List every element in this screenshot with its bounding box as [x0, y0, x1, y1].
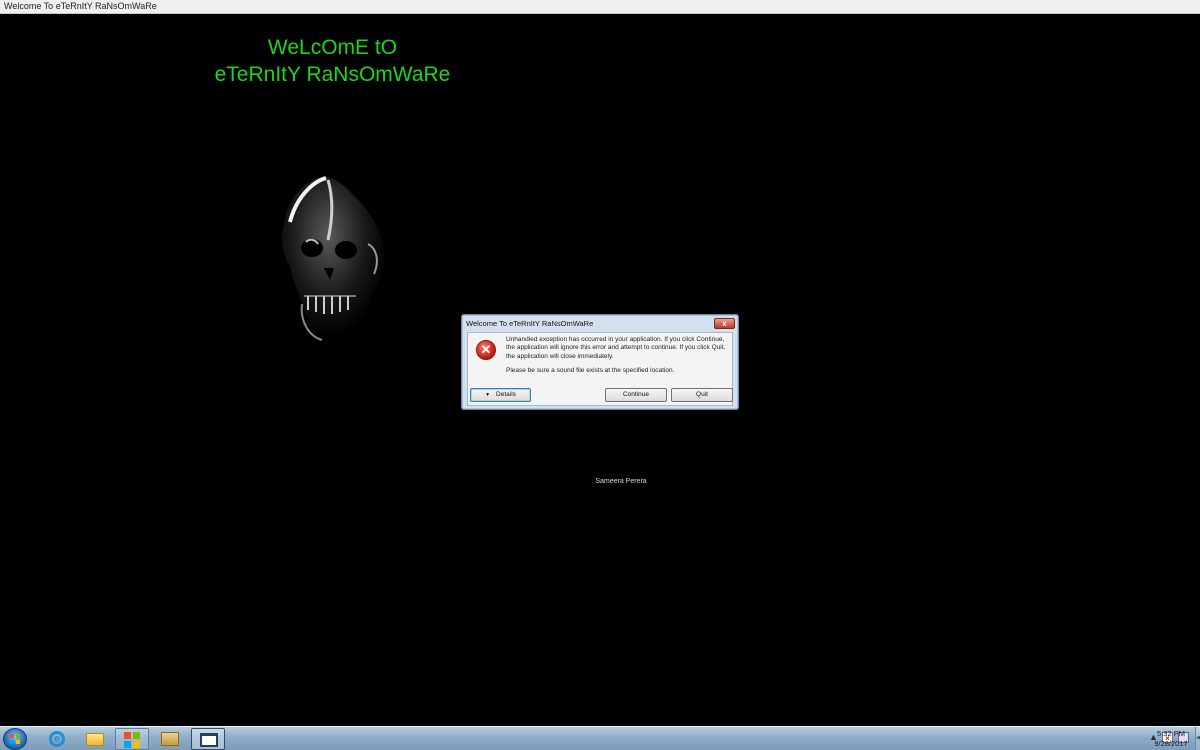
- author-credit: Sameera Perera: [595, 478, 647, 485]
- skull-image: [282, 176, 385, 346]
- taskbar: e ▲ × ◀ 5:32 PM 9/28/2017: [0, 726, 1200, 750]
- start-button[interactable]: [3, 728, 27, 750]
- error-message: Unhandled exception has occurred in your…: [506, 336, 726, 360]
- headline-line-2: eTeRnItY RaNsOmWaRe: [214, 63, 451, 86]
- error-icon: ✕: [476, 340, 496, 360]
- window-title: Welcome To eTeRnItY RaNsOmWaRe: [4, 1, 157, 11]
- dialog-title: Welcome To eTeRnItY RaNsOmWaRe: [466, 319, 594, 328]
- taskbar-internet-explorer[interactable]: e: [40, 728, 74, 750]
- folder-icon: [161, 732, 179, 746]
- headline-line-1: WeLcOmE tO: [267, 36, 398, 59]
- dialog-body: ✕ Unhandled exception has occurred in yo…: [467, 332, 733, 406]
- details-button[interactable]: ▼ Details: [470, 388, 531, 402]
- clock-time: 5:32 PM: [1157, 729, 1185, 738]
- ransom-headline: WeLcOmE tO eTeRnItY RaNsOmWaRe: [190, 34, 475, 88]
- error-dialog[interactable]: Welcome To eTeRnItY RaNsOmWaRe x ✕ Unhan…: [461, 314, 739, 410]
- taskbar-clock[interactable]: 5:32 PM 9/28/2017: [1148, 729, 1194, 749]
- quit-button[interactable]: Quit: [671, 388, 733, 402]
- taskbar-active-window[interactable]: [191, 728, 225, 750]
- details-label: Details: [496, 391, 516, 398]
- show-desktop-button[interactable]: [1195, 727, 1200, 750]
- windows-media-player-icon: [124, 732, 141, 748]
- clock-date: 9/28/2017: [1154, 739, 1188, 748]
- taskbar-windows-explorer[interactable]: [78, 728, 112, 750]
- chevron-down-icon: ▼: [485, 392, 491, 398]
- close-icon: x: [722, 319, 727, 328]
- error-detail: Please be sure a sound file exists at th…: [506, 367, 675, 374]
- close-button[interactable]: x: [714, 318, 735, 329]
- internet-explorer-icon: e: [49, 731, 65, 747]
- taskbar-windows-media-player[interactable]: [115, 728, 149, 750]
- windows-explorer-icon: [86, 733, 104, 746]
- taskbar-folder[interactable]: [153, 728, 187, 750]
- window-title-bar[interactable]: Welcome To eTeRnItY RaNsOmWaRe: [0, 0, 1200, 14]
- application-window-icon: [200, 733, 218, 747]
- continue-button[interactable]: Continue: [605, 388, 667, 402]
